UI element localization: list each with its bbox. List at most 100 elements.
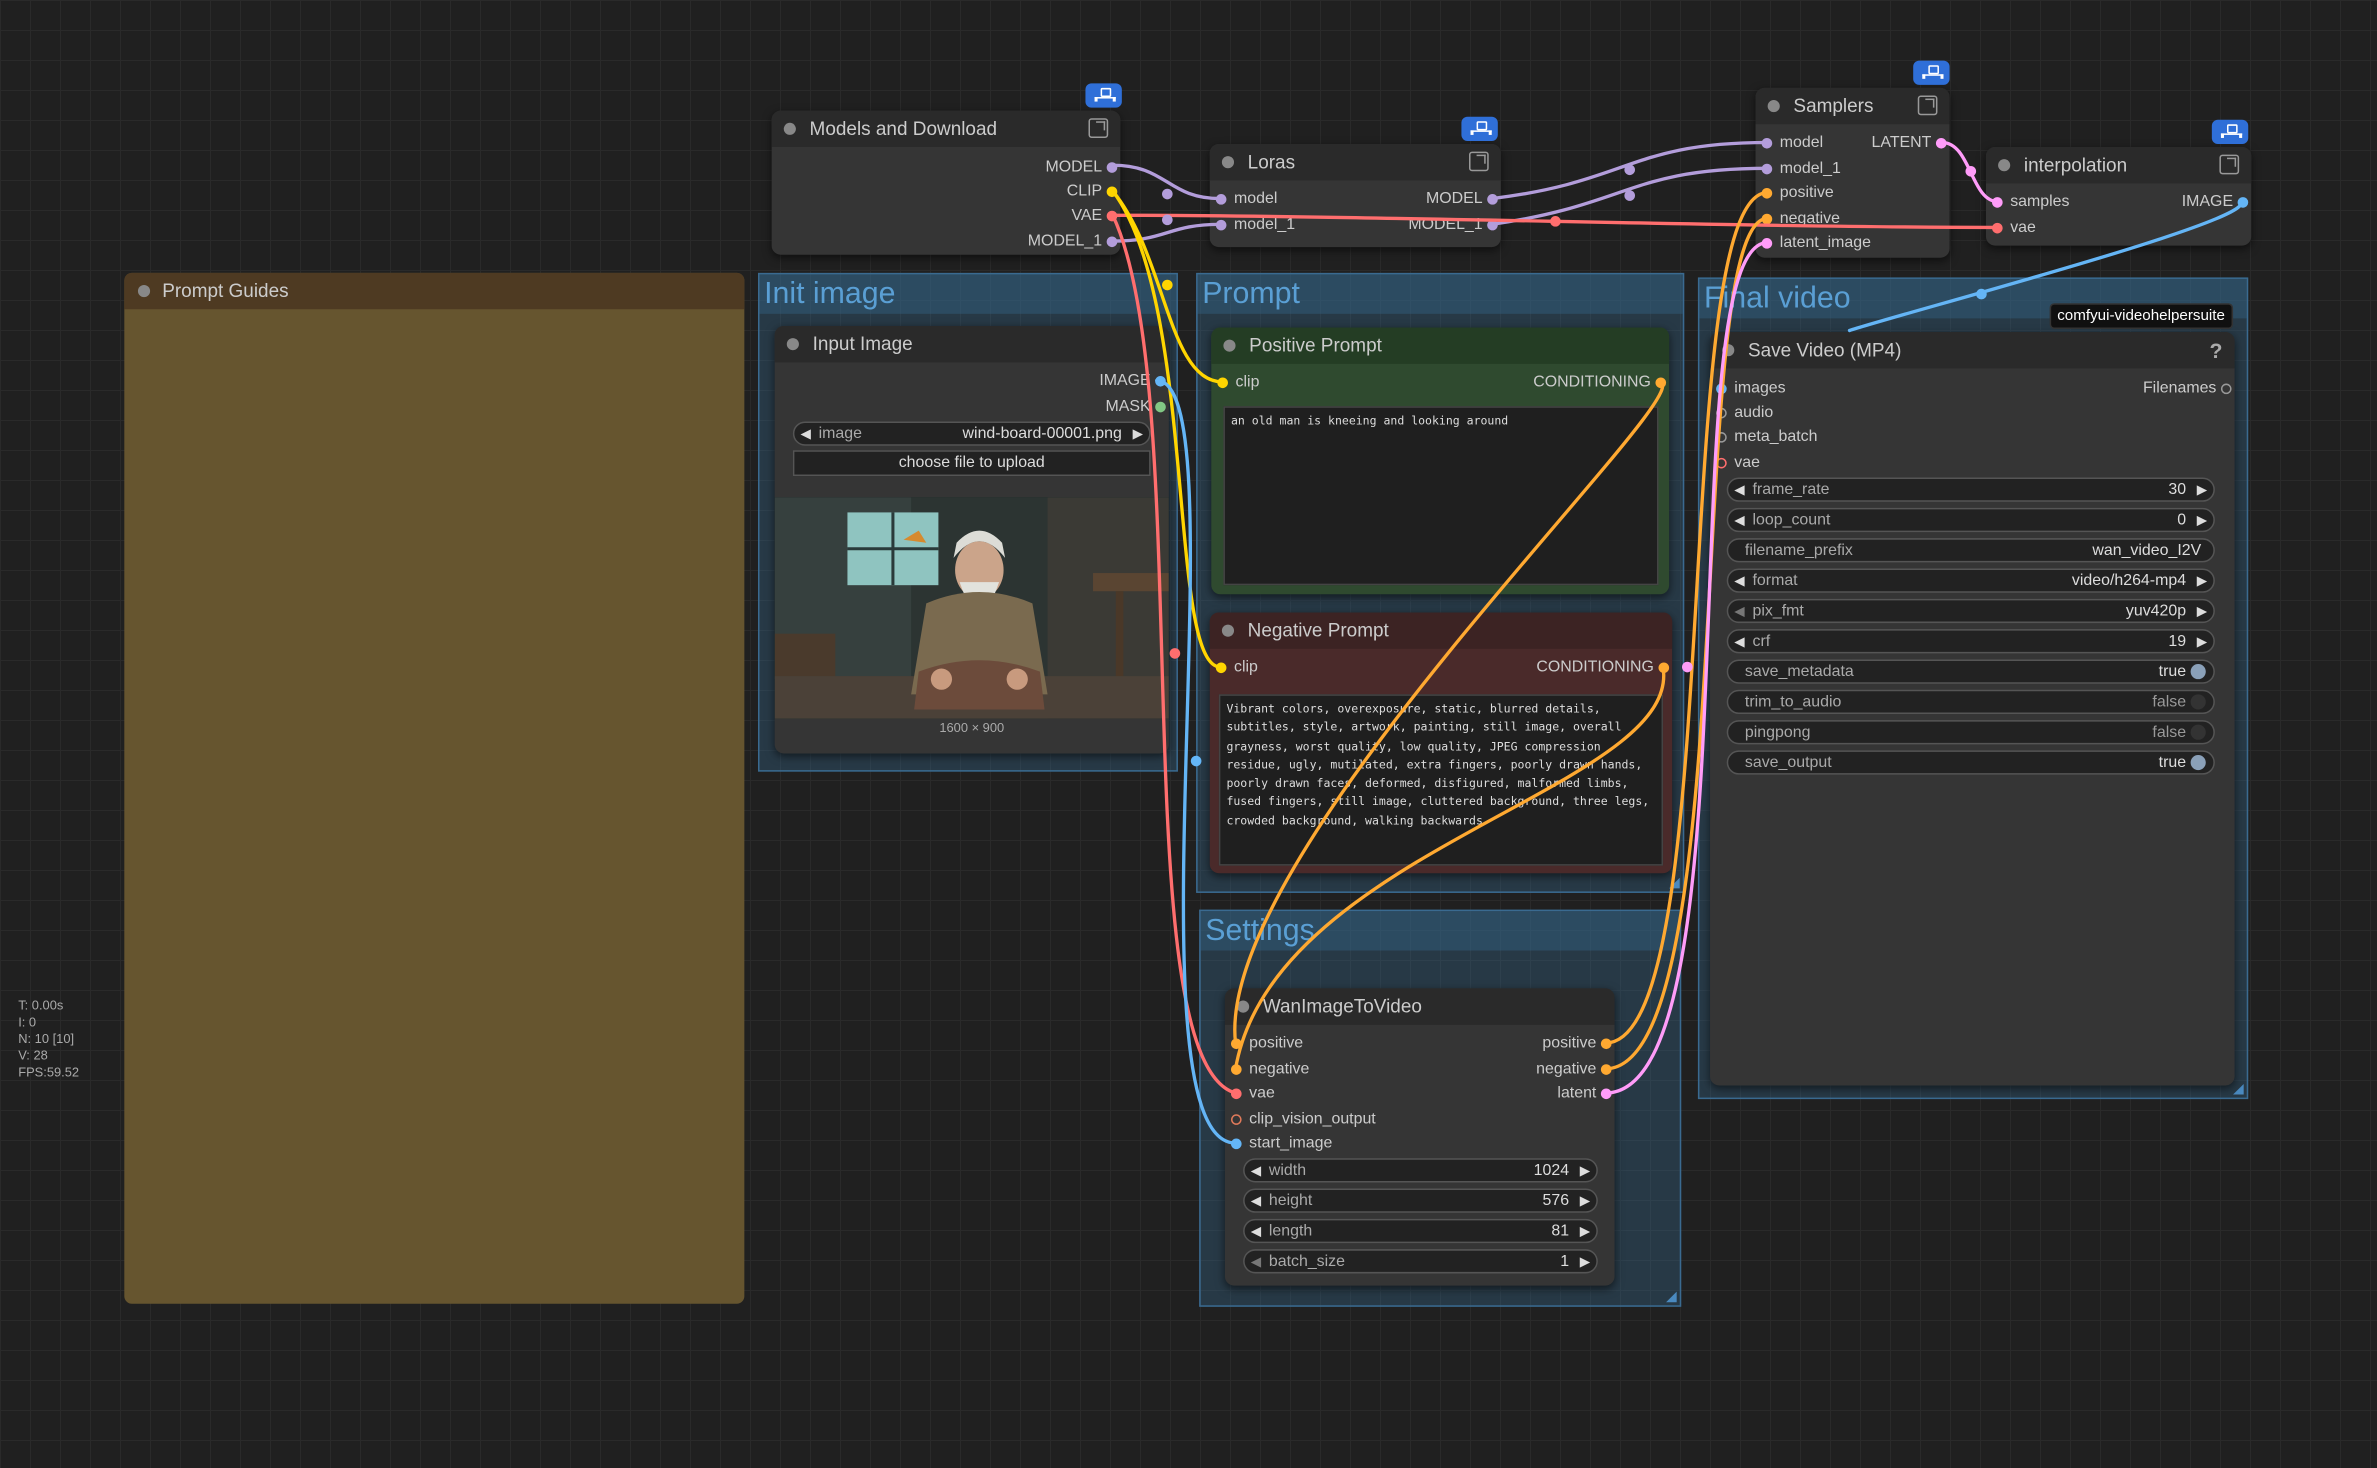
socket-dot[interactable]	[1106, 209, 1118, 221]
socket-dot[interactable]	[1155, 400, 1166, 412]
output-conditioning[interactable]: CONDITIONING	[1536, 656, 1672, 677]
arrow-right-icon[interactable]: ▶	[1580, 1220, 1590, 1241]
input-image-node[interactable]: Input Image IMAGE MASK ◀ image wind-boar…	[774, 325, 1169, 754]
input-latent-image[interactable]: latent_image	[1756, 232, 1871, 253]
socket-dot[interactable]	[1935, 137, 1947, 148]
input-model[interactable]: model	[1756, 132, 1823, 153]
input-model-1[interactable]: model_1	[1756, 158, 1841, 179]
arrow-left-icon[interactable]: ◀	[1734, 479, 1744, 500]
socket-dot[interactable]	[1716, 382, 1727, 394]
output-mask[interactable]: MASK	[1106, 396, 1169, 417]
socket-dot[interactable]	[1230, 1087, 1242, 1099]
image-combo-widget[interactable]: ◀ image wind-board-00001.png ▶	[792, 421, 1151, 446]
socket-dot[interactable]	[2237, 196, 2249, 207]
subgraph-icon[interactable]	[1085, 83, 1122, 108]
pingpong-toggle[interactable]: pingpong false	[1726, 720, 2215, 745]
output-model[interactable]: MODEL	[1046, 156, 1121, 177]
input-audio[interactable]: audio	[1710, 402, 1773, 423]
socket-dot[interactable]	[1761, 237, 1773, 248]
toggle-knob[interactable]	[2190, 664, 2206, 680]
socket-dot[interactable]	[1215, 219, 1227, 230]
subgraph-icon[interactable]	[1461, 116, 1498, 141]
expand-icon[interactable]	[1088, 118, 1109, 138]
output-clip[interactable]: CLIP	[1067, 180, 1121, 201]
width-widget[interactable]: ◀ width 1024 ▶	[1243, 1158, 1598, 1183]
arrow-right-icon[interactable]: ▶	[2197, 479, 2207, 500]
negative-prompt-textarea[interactable]: Vibrant colors, overexposure, static, bl…	[1218, 694, 1664, 866]
output-latent[interactable]: latent	[1557, 1082, 1614, 1103]
length-widget[interactable]: ◀ length 81 ▶	[1243, 1218, 1598, 1244]
expand-icon[interactable]	[2219, 154, 2240, 175]
socket-dot[interactable]	[1716, 457, 1727, 468]
input-meta-batch[interactable]: meta_batch	[1710, 426, 1817, 447]
socket-dot[interactable]	[1716, 407, 1727, 418]
socket-dot[interactable]	[2220, 382, 2232, 394]
input-vae[interactable]: vae	[1710, 452, 1760, 473]
socket-dot[interactable]	[1106, 185, 1118, 197]
input-samples[interactable]: samples	[1986, 191, 2070, 212]
subgraph-icon[interactable]	[1913, 60, 1950, 85]
socket-dot[interactable]	[1761, 187, 1773, 198]
socket-dot[interactable]	[1992, 196, 2003, 207]
input-model-1[interactable]: model_1	[1210, 214, 1295, 235]
input-images[interactable]: images	[1710, 377, 1786, 398]
save-metadata-toggle[interactable]: save_metadata true	[1726, 659, 2215, 684]
output-latent[interactable]: LATENT	[1872, 132, 1950, 153]
socket-dot[interactable]	[1992, 222, 2003, 233]
socket-dot[interactable]	[1761, 212, 1773, 224]
arrow-right-icon[interactable]: ▶	[2197, 570, 2207, 591]
save-output-toggle[interactable]: save_output true	[1726, 750, 2215, 775]
output-image[interactable]: IMAGE	[1099, 370, 1168, 391]
socket-dot[interactable]	[1230, 1137, 1242, 1149]
arrow-right-icon[interactable]: ▶	[1580, 1190, 1590, 1211]
output-model-1[interactable]: MODEL_1	[1408, 214, 1501, 235]
positive-prompt-textarea[interactable]: an old man is kneeing and looking around	[1223, 406, 1659, 586]
input-clip[interactable]: clip	[1211, 371, 1259, 392]
crf-widget[interactable]: ◀ crf 19 ▶	[1726, 629, 2215, 654]
expand-icon[interactable]	[1917, 95, 1938, 116]
upload-button[interactable]: choose file to upload	[792, 450, 1151, 477]
frame-rate-widget[interactable]: ◀ frame_rate 30 ▶	[1726, 477, 2215, 502]
group-resize-handle[interactable]	[1669, 877, 1680, 889]
output-filenames[interactable]: Filenames	[2143, 377, 2235, 398]
arrow-right-icon[interactable]: ▶	[2197, 509, 2207, 530]
positive-prompt-node[interactable]: Positive Prompt clip CONDITIONING an old…	[1211, 327, 1670, 595]
arrow-left-icon[interactable]: ◀	[1734, 631, 1744, 652]
output-model-1[interactable]: MODEL_1	[1028, 230, 1121, 251]
socket-dot[interactable]	[1106, 161, 1118, 173]
socket-dot[interactable]	[1600, 1063, 1612, 1075]
trim-to-audio-toggle[interactable]: trim_to_audio false	[1726, 689, 2215, 715]
toggle-knob[interactable]	[2190, 694, 2206, 710]
save-video-node[interactable]: Save Video (MP4)? images audio meta_batc…	[1710, 332, 2235, 1086]
help-icon[interactable]: ?	[2209, 332, 2222, 368]
input-start-image[interactable]: start_image	[1225, 1132, 1332, 1153]
prompt-guides-group[interactable]: Prompt Guides	[124, 272, 745, 1304]
arrow-right-icon[interactable]: ▶	[1580, 1251, 1590, 1272]
socket-dot[interactable]	[1761, 162, 1773, 174]
socket-dot[interactable]	[1155, 375, 1166, 386]
socket-dot[interactable]	[1761, 137, 1773, 148]
arrow-right-icon[interactable]: ▶	[2197, 600, 2207, 621]
loop-count-widget[interactable]: ◀ loop_count 0 ▶	[1726, 507, 2215, 533]
arrow-left-icon[interactable]: ◀	[800, 423, 810, 444]
arrow-left-icon[interactable]: ◀	[1734, 509, 1744, 530]
socket-dot[interactable]	[1487, 219, 1498, 230]
socket-dot[interactable]	[1215, 661, 1227, 673]
group-resize-handle[interactable]	[1666, 1291, 1677, 1303]
arrow-right-icon[interactable]: ▶	[1133, 423, 1143, 444]
arrow-left-icon[interactable]: ◀	[1251, 1251, 1261, 1272]
filename-prefix-input[interactable]: filename_prefix wan_video_I2V	[1726, 538, 2215, 563]
socket-dot[interactable]	[1230, 1037, 1242, 1049]
input-positive[interactable]: positive	[1756, 182, 1834, 203]
interpolation-node[interactable]: interpolation samples vae IMAGE	[1985, 147, 2252, 246]
arrow-right-icon[interactable]: ▶	[2197, 631, 2207, 652]
models-and-download-node[interactable]: Models and Download MODEL CLIP VAE MODEL…	[771, 110, 1121, 255]
arrow-left-icon[interactable]: ◀	[1251, 1160, 1261, 1181]
toggle-knob[interactable]	[2190, 754, 2206, 771]
input-negative[interactable]: negative	[1756, 208, 1840, 229]
socket-dot[interactable]	[1230, 1113, 1242, 1125]
pix-fmt-combo-widget[interactable]: ◀ pix_fmt yuv420p ▶	[1726, 598, 2215, 624]
expand-icon[interactable]	[1469, 151, 1489, 172]
input-vae[interactable]: vae	[1986, 217, 2036, 238]
output-negative[interactable]: negative	[1536, 1058, 1614, 1079]
